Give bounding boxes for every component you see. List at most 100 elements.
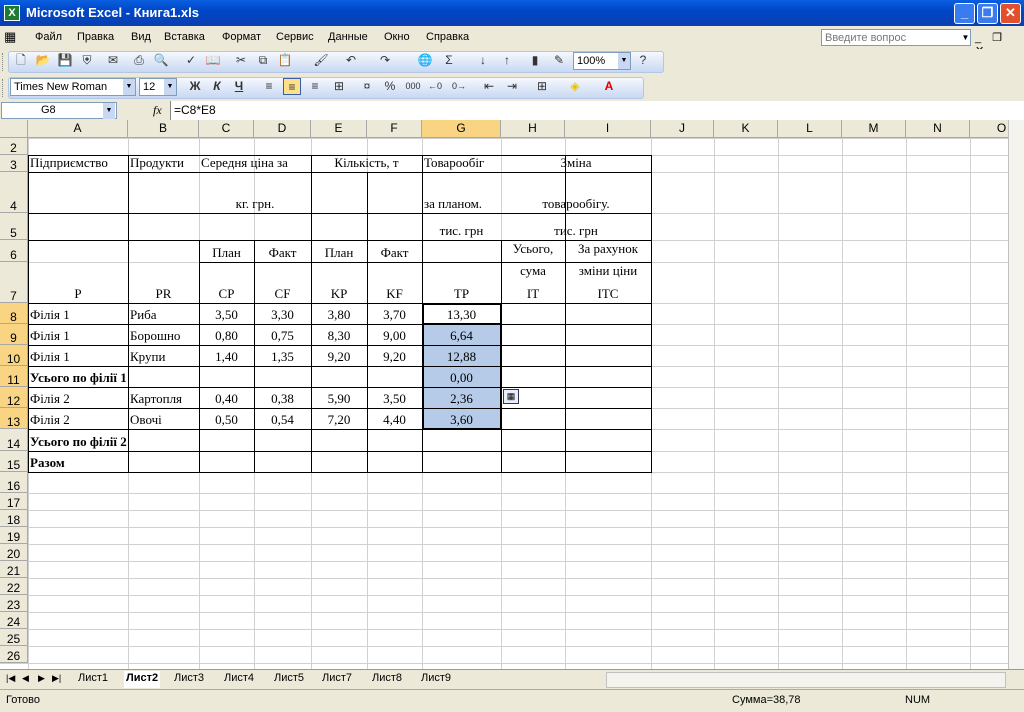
spelling-icon[interactable]: ✓ bbox=[182, 52, 200, 69]
align-center-icon[interactable]: ≡ bbox=[283, 78, 301, 95]
column-header[interactable]: C bbox=[199, 120, 254, 138]
row-header[interactable]: 13 bbox=[0, 408, 28, 429]
column-header[interactable]: L bbox=[778, 120, 842, 138]
print-icon[interactable]: ⎙ bbox=[130, 52, 148, 69]
cell[interactable]: 0,00 bbox=[424, 368, 499, 386]
cell[interactable]: Філія 1 bbox=[30, 347, 126, 365]
minimize-button[interactable]: _ bbox=[954, 3, 975, 24]
cell[interactable]: тис. грн bbox=[503, 215, 649, 239]
underline-button[interactable]: Ч bbox=[230, 78, 248, 95]
row-header[interactable]: 10 bbox=[0, 345, 28, 366]
column-header[interactable]: K bbox=[714, 120, 778, 138]
research-icon[interactable]: 📖 bbox=[204, 52, 222, 69]
cell[interactable]: 0,80 bbox=[201, 326, 252, 344]
row-header[interactable]: 26 bbox=[0, 646, 28, 663]
new-icon[interactable]: 🗋 bbox=[12, 52, 30, 69]
cell[interactable]: Підприємство bbox=[30, 157, 126, 171]
column-header[interactable]: M bbox=[842, 120, 906, 138]
format-painter-icon[interactable]: 🖌 bbox=[312, 52, 330, 69]
next-sheet-icon[interactable]: ▶ bbox=[38, 673, 45, 684]
row-header[interactable]: 12 bbox=[0, 387, 28, 408]
chevron-down-icon[interactable]: ▼ bbox=[618, 53, 630, 69]
cell[interactable]: 2,36 bbox=[424, 389, 499, 407]
row-header[interactable]: 22 bbox=[0, 578, 28, 595]
menu-data[interactable]: Данные bbox=[328, 31, 368, 43]
maximize-button[interactable]: ❐ bbox=[977, 3, 998, 24]
cell[interactable]: ITC bbox=[567, 264, 649, 302]
italic-button[interactable]: К bbox=[208, 78, 226, 95]
font-color-icon[interactable]: A bbox=[600, 78, 618, 95]
fill-color-icon[interactable]: ◈ bbox=[566, 78, 584, 95]
column-header[interactable]: N bbox=[906, 120, 970, 138]
autosum-icon[interactable]: Σ bbox=[440, 52, 458, 69]
column-header[interactable]: J bbox=[651, 120, 714, 138]
cell[interactable]: 0,54 bbox=[256, 410, 309, 428]
autofill-options-icon[interactable]: ▦ bbox=[503, 389, 519, 404]
row-header[interactable]: 6 bbox=[0, 240, 28, 262]
cell[interactable]: 3,70 bbox=[369, 305, 420, 323]
cell[interactable]: 0,75 bbox=[256, 326, 309, 344]
column-header[interactable]: H bbox=[501, 120, 565, 138]
cell[interactable]: 3,30 bbox=[256, 305, 309, 323]
sheet-tab[interactable]: Лист5 bbox=[272, 671, 306, 688]
cell[interactable]: Усього по філії 1 bbox=[30, 368, 252, 386]
cell[interactable]: 4,40 bbox=[369, 410, 420, 428]
column-header[interactable]: A bbox=[28, 120, 128, 138]
increase-indent-icon[interactable]: ⇥ bbox=[503, 78, 521, 95]
row-header[interactable]: 21 bbox=[0, 561, 28, 578]
column-header[interactable]: F bbox=[367, 120, 422, 138]
row-header[interactable]: 25 bbox=[0, 629, 28, 646]
column-header[interactable]: B bbox=[128, 120, 199, 138]
cell[interactable]: 9,00 bbox=[369, 326, 420, 344]
cell[interactable]: Філія 2 bbox=[30, 410, 126, 428]
print-preview-icon[interactable]: 🔍 bbox=[152, 52, 170, 69]
row-header[interactable]: 20 bbox=[0, 544, 28, 561]
sheet-tab-active[interactable]: Лист2 bbox=[124, 671, 161, 688]
cell[interactable]: Продукти bbox=[130, 157, 197, 171]
row-header[interactable]: 16 bbox=[0, 472, 28, 493]
sheet-tab[interactable]: Лист9 bbox=[419, 671, 453, 688]
cell[interactable]: 8,30 bbox=[313, 326, 365, 344]
cell[interactable]: Товарообіг bbox=[424, 157, 499, 171]
row-header[interactable]: 18 bbox=[0, 510, 28, 527]
menu-window[interactable]: Окно bbox=[384, 31, 410, 43]
select-all-button[interactable] bbox=[0, 120, 28, 138]
formula-input[interactable]: =C8*E8 bbox=[170, 101, 1024, 120]
row-header[interactable]: 15 bbox=[0, 451, 28, 472]
cell[interactable]: Зміна bbox=[503, 157, 649, 171]
cell[interactable]: TP bbox=[424, 264, 499, 302]
paste-icon[interactable]: 📋 bbox=[276, 52, 294, 69]
last-sheet-icon[interactable]: ▶| bbox=[52, 673, 61, 684]
sort-ascending-icon[interactable]: ↓ bbox=[474, 52, 492, 69]
cell[interactable]: Філія 1 bbox=[30, 305, 126, 323]
help-icon[interactable]: ? bbox=[634, 52, 652, 69]
chevron-down-icon[interactable]: ▼ bbox=[103, 103, 115, 119]
insert-function-icon[interactable]: fx bbox=[153, 103, 162, 118]
row-header[interactable]: 11 bbox=[0, 366, 28, 387]
bold-button[interactable]: Ж bbox=[186, 78, 204, 95]
menu-insert[interactable]: Вставка bbox=[164, 31, 205, 43]
cell[interactable]: Філія 2 bbox=[30, 389, 126, 407]
cell[interactable]: 6,64 bbox=[424, 326, 499, 344]
sort-descending-icon[interactable]: ↑ bbox=[498, 52, 516, 69]
chevron-down-icon[interactable]: ▼ bbox=[164, 79, 176, 95]
cell[interactable]: Факт bbox=[369, 242, 420, 261]
row-header[interactable]: 9 bbox=[0, 324, 28, 345]
decrease-decimal-icon[interactable]: 0→ bbox=[450, 78, 468, 95]
cell[interactable]: Філія 1 bbox=[30, 326, 126, 344]
cell[interactable]: План bbox=[313, 242, 365, 261]
row-header[interactable]: 23 bbox=[0, 595, 28, 612]
doc-icon[interactable]: ▦ bbox=[4, 29, 16, 45]
font-size-select[interactable]: 12 ▼ bbox=[139, 78, 177, 96]
cell[interactable]: Факт bbox=[256, 242, 309, 261]
column-header[interactable]: I bbox=[565, 120, 651, 138]
merge-center-icon[interactable]: ⊞ bbox=[330, 78, 348, 95]
cell[interactable]: CF bbox=[256, 264, 309, 302]
cell[interactable]: KP bbox=[313, 264, 365, 302]
cell[interactable]: 3,60 bbox=[424, 410, 499, 428]
cell[interactable]: CP bbox=[201, 264, 252, 302]
drawing-icon[interactable]: ✎ bbox=[550, 52, 568, 69]
prev-sheet-icon[interactable]: ◀ bbox=[22, 673, 29, 684]
row-header[interactable]: 17 bbox=[0, 493, 28, 510]
menu-view[interactable]: Вид bbox=[131, 31, 151, 43]
